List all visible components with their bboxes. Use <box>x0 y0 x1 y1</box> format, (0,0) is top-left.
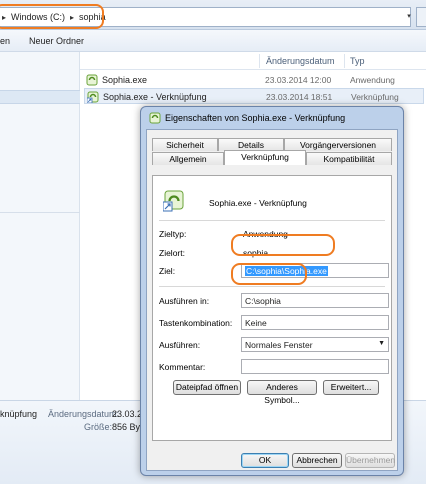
open-file-location-button[interactable]: Dateipfad öffnen <box>173 380 241 395</box>
kommentar-label: Kommentar: <box>159 362 206 372</box>
address-dropdown-icon[interactable]: ▾ <box>404 9 414 23</box>
shortcut-icon <box>163 190 184 212</box>
ausfuehren-select-value: Normales Fenster <box>245 340 313 350</box>
zieltyp-label: Zieltyp: <box>159 229 187 239</box>
exe-icon <box>86 74 98 86</box>
ausfuehren-label: Ausführen: <box>159 340 201 350</box>
shortcut-icon <box>87 91 99 103</box>
divider <box>159 220 385 221</box>
nav-divider <box>0 212 80 213</box>
nav-selected-item[interactable] <box>0 90 80 104</box>
file-type: Anwendung <box>350 75 395 85</box>
column-divider[interactable] <box>259 54 260 68</box>
shortcut-name: Sophia.exe - Verknüpfung <box>209 198 307 208</box>
ausfuehren-select[interactable]: Normales Fenster ▼ <box>241 337 389 352</box>
tab-allgemein[interactable]: Allgemein <box>152 152 224 165</box>
divider <box>159 286 385 287</box>
apply-button[interactable]: Übernehmen <box>345 453 395 468</box>
file-row-exe[interactable]: Sophia.exe 23.03.2014 12:00 Anwendung <box>84 72 424 88</box>
column-header-type[interactable]: Typ <box>350 56 365 66</box>
details-type: knüpfung <box>0 409 38 419</box>
details-size-key: Größe: <box>84 422 113 432</box>
file-name: Sophia.exe - Verknüpfung <box>103 92 207 102</box>
toolbar-item-partial[interactable]: en <box>0 36 10 46</box>
column-headers: Änderungsdatum Typ <box>80 52 426 70</box>
column-header-date[interactable]: Änderungsdatum <box>266 56 335 66</box>
navigation-pane <box>0 52 80 400</box>
advanced-button[interactable]: Erweitert... <box>323 380 379 395</box>
dialog-body: Sicherheit Details Vorgängerversionen Al… <box>146 129 398 471</box>
tab-kompatibilitaet[interactable]: Kompatibilität <box>306 152 392 165</box>
cancel-button[interactable]: Abbrechen <box>292 453 342 468</box>
zielort-label: Zielort: <box>159 248 185 258</box>
tastenkombination-label: Tastenkombination: <box>159 318 233 328</box>
ziel-label: Ziel: <box>159 266 176 276</box>
ausfuehren-in-input[interactable]: C:\sophia <box>241 293 389 308</box>
details-date-key: Änderungsdatum: <box>48 409 120 419</box>
chevron-down-icon: ▼ <box>378 340 385 347</box>
tab-sicherheit[interactable]: Sicherheit <box>152 138 218 151</box>
file-date: 23.03.2014 12:00 <box>265 75 332 85</box>
ok-button[interactable]: OK <box>241 453 289 468</box>
ausfuehren-in-label: Ausführen in: <box>159 296 210 306</box>
file-row-shortcut[interactable]: Sophia.exe - Verknüpfung 23.03.2014 18:5… <box>84 88 424 104</box>
file-name: Sophia.exe <box>102 75 148 85</box>
shortcut-icon <box>149 112 161 124</box>
tab-panel: Sophia.exe - Verknüpfung Zieltyp: Anwend… <box>152 175 392 441</box>
tastenkombination-input[interactable]: Keine <box>241 315 389 330</box>
ziel-highlight-marker <box>231 234 335 256</box>
column-divider[interactable] <box>344 54 345 68</box>
change-icon-button[interactable]: Anderes Symbol... <box>247 380 317 405</box>
ausfuehren-in-highlight-marker <box>231 263 307 285</box>
kommentar-input[interactable] <box>241 359 389 374</box>
address-highlight-marker <box>0 4 104 29</box>
dialog-title: Eigenschaften von Sophia.exe - Verknüpfu… <box>165 113 346 123</box>
address-bar: ▸ Windows (C:) ▸ sophia ▾ <box>0 0 426 30</box>
file-type: Verknüpfung <box>351 92 399 102</box>
tab-verknuepfung[interactable]: Verknüpfung <box>224 150 306 165</box>
properties-dialog: Eigenschaften von Sophia.exe - Verknüpfu… <box>140 106 404 476</box>
dialog-title-bar[interactable]: Eigenschaften von Sophia.exe - Verknüpfu… <box>149 112 345 124</box>
refresh-button[interactable] <box>416 7 426 27</box>
command-bar: en Neuer Ordner <box>0 30 426 52</box>
file-date: 23.03.2014 18:51 <box>266 92 333 102</box>
new-folder-button[interactable]: Neuer Ordner <box>29 36 84 46</box>
